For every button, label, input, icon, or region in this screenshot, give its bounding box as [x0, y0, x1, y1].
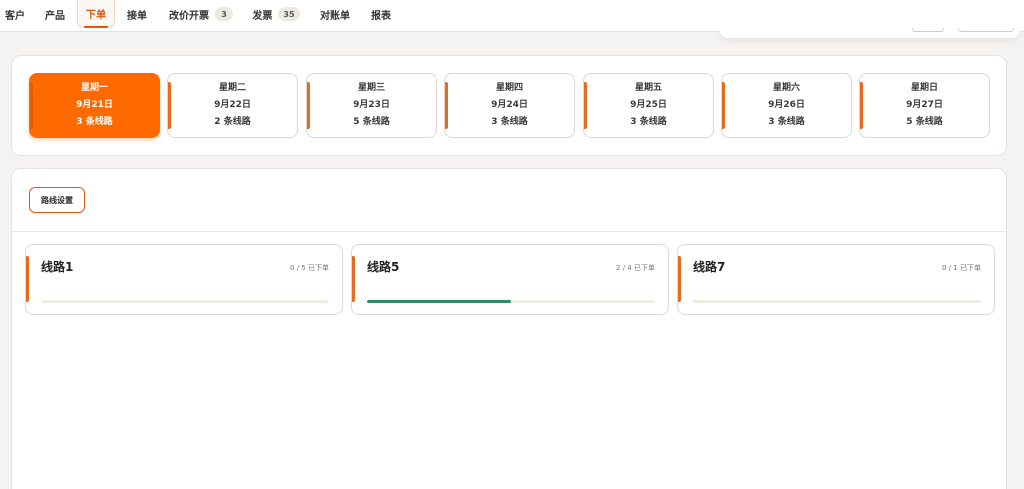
divider [12, 231, 1006, 232]
nav-tab-label: 接单 [127, 10, 147, 22]
nav-tab-label: 下单 [86, 10, 106, 21]
nav-tab-statement[interactable]: 对账单 [317, 0, 353, 28]
route-name: 线路1 [41, 260, 74, 274]
nav-tab-products[interactable]: 产品 [40, 0, 70, 28]
day-card-saturday[interactable]: 星期六 9月26日 3 条线路 [721, 73, 852, 138]
dropdown-popover-edge [720, 28, 1020, 38]
route-progress-bar [367, 300, 655, 303]
day-date: 9月27日 [906, 100, 943, 110]
nav-badge: 35 [278, 7, 300, 21]
route-name: 线路5 [367, 260, 400, 274]
popover-button[interactable] [958, 28, 1014, 32]
day-route-count: 3 条线路 [76, 117, 113, 127]
day-weekday: 星期五 [634, 83, 662, 93]
day-card-tuesday[interactable]: 星期二 9月22日 2 条线路 [167, 73, 298, 138]
nav-tab-customers[interactable]: 客户 [0, 0, 30, 28]
nav-tab-invoice[interactable]: 发票 35 [251, 0, 301, 28]
day-weekday: 星期日 [910, 83, 938, 93]
day-date: 9月22日 [214, 100, 251, 110]
route-card[interactable]: 线路5 2 / 4 已下单 [351, 244, 669, 315]
route-order-count: 2 / 4 已下单 [616, 264, 655, 272]
day-card-monday[interactable]: 星期一 9月21日 3 条线路 [29, 73, 160, 138]
route-progress-bar [693, 300, 981, 303]
route-order-count: 0 / 5 已下单 [290, 264, 329, 272]
day-weekday: 星期三 [357, 83, 385, 93]
route-card[interactable]: 线路7 0 / 1 已下单 [677, 244, 995, 315]
route-order-count: 0 / 1 已下单 [942, 264, 981, 272]
route-progress-fill [367, 300, 511, 303]
day-weekday: 星期六 [772, 83, 800, 93]
week-day-selector: 星期一 9月21日 3 条线路 星期二 9月22日 2 条线路 星期三 9月23… [11, 55, 1007, 156]
route-name: 线路7 [693, 260, 726, 274]
nav-tab-accept-order[interactable]: 接单 [122, 0, 152, 28]
day-date: 9月24日 [491, 100, 528, 110]
nav-tab-repricing-invoice[interactable]: 改价开票 3 [168, 0, 234, 28]
route-card[interactable]: 线路1 0 / 5 已下单 [25, 244, 343, 315]
day-route-count: 5 条线路 [353, 117, 390, 127]
day-weekday: 星期四 [495, 83, 523, 93]
day-weekday: 星期一 [80, 83, 108, 93]
day-date: 9月21日 [76, 100, 113, 110]
day-weekday: 星期二 [218, 83, 246, 93]
day-date: 9月26日 [768, 100, 805, 110]
day-route-count: 3 条线路 [768, 117, 805, 127]
day-route-count: 3 条线路 [491, 117, 528, 127]
popover-button[interactable] [912, 28, 944, 32]
nav-tab-reports[interactable]: 报表 [369, 0, 393, 28]
nav-tab-label: 发票 [252, 10, 273, 22]
route-progress-bar [41, 300, 329, 303]
nav-tab-label: 产品 [45, 10, 65, 22]
day-card-friday[interactable]: 星期五 9月25日 3 条线路 [583, 73, 714, 138]
nav-badge: 3 [215, 7, 233, 21]
day-route-count: 2 条线路 [214, 117, 251, 127]
nav-tab-label: 对账单 [320, 10, 350, 22]
day-card-wednesday[interactable]: 星期三 9月23日 5 条线路 [306, 73, 437, 138]
routes-panel: 路线设置 线路1 0 / 5 已下单 线路5 2 / 4 已下单 线路7 0 /… [11, 168, 1007, 489]
day-card-sunday[interactable]: 星期日 9月27日 5 条线路 [859, 73, 990, 138]
day-date: 9月25日 [630, 100, 667, 110]
nav-tab-label: 改价开票 [169, 10, 209, 22]
nav-tab-order[interactable]: 下单 [77, 0, 115, 28]
day-route-count: 5 条线路 [906, 117, 943, 127]
route-settings-button[interactable]: 路线设置 [29, 187, 85, 213]
day-route-count: 3 条线路 [630, 117, 667, 127]
nav-tab-label: 报表 [371, 10, 391, 22]
nav-tab-label: 客户 [5, 10, 25, 22]
day-card-thursday[interactable]: 星期四 9月24日 3 条线路 [444, 73, 575, 138]
day-date: 9月23日 [353, 100, 390, 110]
